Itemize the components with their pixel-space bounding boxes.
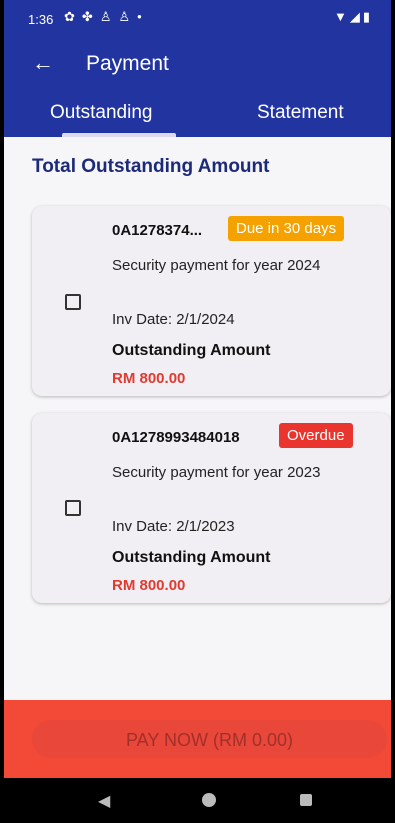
accessibility-icon: ♙ bbox=[99, 9, 119, 24]
invoice-number: 0A1278374... bbox=[112, 222, 203, 239]
settings-icon: ✿ bbox=[64, 9, 82, 24]
wifi-icon: ▼ bbox=[333, 9, 350, 24]
pay-now-button[interactable]: PAY NOW (RM 0.00) bbox=[32, 720, 387, 758]
status-badge: Overdue bbox=[279, 423, 353, 448]
invoice-checkbox[interactable] bbox=[65, 500, 81, 516]
nav-recents-icon[interactable] bbox=[300, 794, 312, 806]
status-badge: Due in 30 days bbox=[228, 216, 345, 241]
invoice-number: 0A1278993484018 bbox=[112, 429, 240, 446]
dot-icon: • bbox=[137, 9, 149, 24]
page-title: Payment bbox=[86, 52, 169, 75]
invoice-date: Inv Date: 2/1/2024 bbox=[112, 311, 235, 328]
status-time: 1:36 bbox=[28, 12, 54, 27]
outstanding-amount-label: Outstanding Amount bbox=[112, 549, 271, 566]
navigation-bar: ◀ bbox=[4, 778, 391, 823]
nav-back-icon[interactable]: ◀ bbox=[98, 791, 110, 811]
pay-bar: PAY NOW (RM 0.00) bbox=[4, 700, 391, 778]
signal-icon: ◢ bbox=[349, 9, 363, 24]
tab-indicator bbox=[62, 133, 176, 137]
outstanding-amount-value: RM 800.00 bbox=[112, 370, 186, 387]
invoice-description: Security payment for year 2024 bbox=[112, 257, 321, 274]
invoice-card[interactable]: 0A1278993484018 Overdue Security payment… bbox=[32, 413, 391, 603]
invoice-card[interactable]: 0A1278374... Due in 30 days Security pay… bbox=[32, 206, 391, 396]
back-arrow-icon[interactable]: ← bbox=[32, 50, 54, 76]
system-icons: ▼◢▮ bbox=[334, 9, 373, 25]
accessibility-icon: ♙ bbox=[118, 9, 138, 24]
invoice-checkbox[interactable] bbox=[65, 294, 81, 310]
battery-icon: ▮ bbox=[362, 9, 373, 24]
tab-outstanding[interactable]: Outstanding bbox=[50, 102, 152, 124]
app-bar: 1:36 ✿✤♙♙• ▼◢▮ ← Payment Outstanding Sta… bbox=[4, 0, 391, 137]
section-title: Total Outstanding Amount bbox=[32, 156, 270, 177]
gesture-icon: ✤ bbox=[81, 9, 100, 24]
phone-screen: 1:36 ✿✤♙♙• ▼◢▮ ← Payment Outstanding Sta… bbox=[4, 0, 391, 823]
nav-home-icon[interactable] bbox=[202, 793, 216, 807]
invoice-description: Security payment for year 2023 bbox=[112, 464, 321, 481]
invoice-date: Inv Date: 2/1/2023 bbox=[112, 518, 235, 535]
outstanding-amount-value: RM 800.00 bbox=[112, 577, 186, 594]
tab-statement[interactable]: Statement bbox=[257, 102, 344, 124]
notification-icons: ✿✤♙♙• bbox=[64, 9, 149, 25]
status-bar: 1:36 ✿✤♙♙• ▼◢▮ bbox=[4, 0, 391, 40]
outstanding-amount-label: Outstanding Amount bbox=[112, 342, 271, 359]
